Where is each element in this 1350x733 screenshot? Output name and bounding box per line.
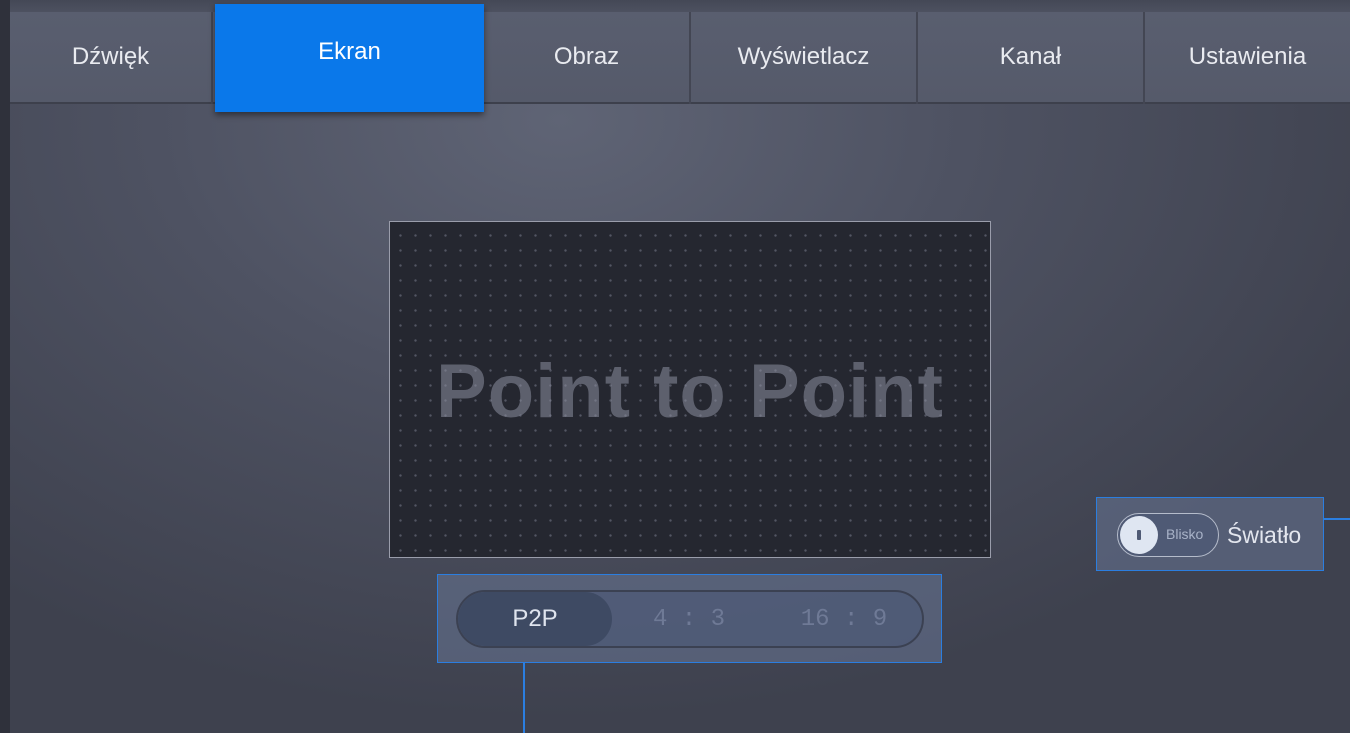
focus-connector-line [1324, 518, 1350, 520]
light-control[interactable]: Blisko Światło [1096, 497, 1324, 571]
light-toggle[interactable]: Blisko [1117, 513, 1219, 557]
tab-wyswietlacz[interactable]: Wyświetlacz [691, 12, 918, 104]
preview-mode-text: Point to Point [436, 349, 944, 434]
tab-ustawienia[interactable]: Ustawienia [1145, 12, 1350, 104]
aspect-option-4-3[interactable]: 4 : 3 [612, 592, 766, 646]
tv-settings-screen: Dźwięk Ekran Obraz Wyświetlacz Kanał Ust… [0, 0, 1350, 733]
toggle-knob [1120, 516, 1158, 554]
aspect-ratio-control[interactable]: P2P 4 : 3 16 : 9 [437, 574, 942, 663]
tab-label: Kanał [999, 43, 1062, 70]
tab-label: Dźwięk [71, 43, 150, 70]
aspect-option-16-9[interactable]: 16 : 9 [766, 592, 922, 646]
left-edge [0, 0, 10, 733]
tab-label: Wyświetlacz [737, 43, 870, 70]
tab-obraz[interactable]: Obraz [484, 12, 691, 104]
tab-label: Ekran [318, 38, 381, 65]
focus-connector-line [523, 663, 525, 733]
aspect-option-p2p[interactable]: P2P [458, 592, 612, 646]
screen-preview: Point to Point [389, 221, 991, 558]
knob-marker-icon [1137, 530, 1141, 540]
top-strip [0, 0, 1350, 12]
tab-dzwiek[interactable]: Dźwięk [10, 12, 213, 104]
tab-ekran[interactable]: Ekran [215, 4, 484, 112]
toggle-value-label: Blisko [1166, 526, 1204, 542]
light-label: Światło [1227, 522, 1302, 548]
aspect-ratio-segmented[interactable]: P2P 4 : 3 16 : 9 [456, 590, 924, 648]
tab-kanal[interactable]: Kanał [918, 12, 1145, 104]
tab-label: Ustawienia [1188, 43, 1307, 70]
tab-label: Obraz [553, 43, 620, 70]
